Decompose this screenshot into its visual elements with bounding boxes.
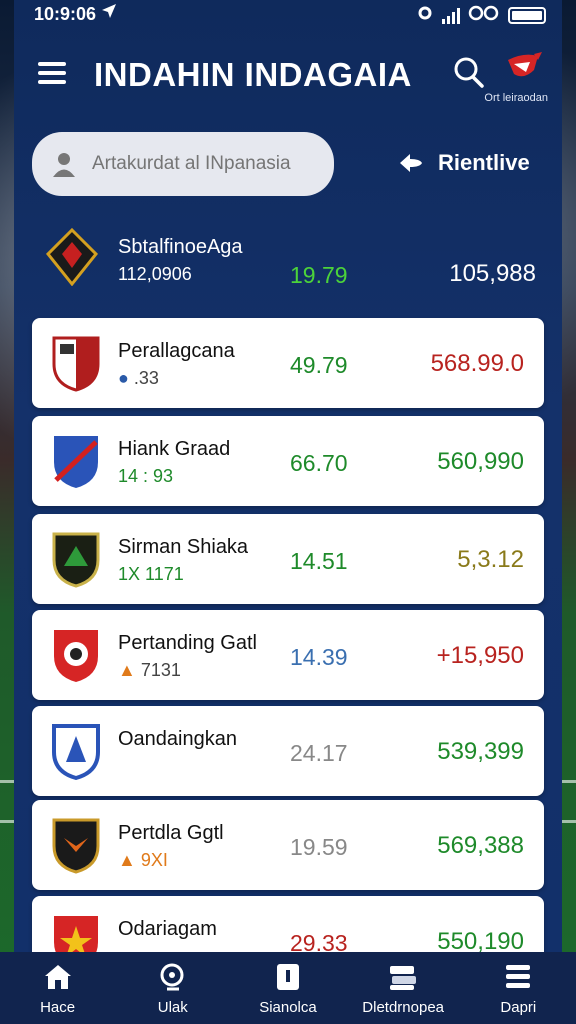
nav-info[interactable]: Sianolca [233, 961, 343, 1016]
value-2: 568.99.0 [430, 350, 524, 377]
value-1: 24.17 [290, 740, 348, 766]
list-item[interactable]: Perallagcana ● .33 49.79 568.99.0 [32, 318, 544, 408]
value-2: 560,990 [437, 448, 524, 475]
refresh-button[interactable]: Rientlive [396, 148, 530, 178]
menu-icon [506, 964, 531, 988]
value-1: 14.51 [290, 548, 348, 574]
status-bar: 10:9:06 [0, 0, 576, 30]
status-time: 10:9:06 [34, 4, 97, 24]
team-name: Sirman Shiaka [118, 536, 249, 558]
featured-sub: 112,0906 [118, 264, 192, 284]
team-sub: ▲ 7131 [118, 660, 181, 680]
value-2: 569,388 [437, 832, 524, 859]
list-item[interactable]: Hiank Graad 14 : 93 66.70 560,990 [32, 416, 544, 506]
signal-icon [442, 7, 460, 24]
brand-logo-icon[interactable] [504, 50, 544, 86]
nav-home[interactable]: Hace [3, 961, 113, 1016]
refresh-label: Rientlive [438, 150, 530, 175]
search-icon[interactable] [452, 56, 486, 90]
club-crest-icon [50, 816, 102, 874]
team-sub: 1X 1171 [118, 564, 184, 584]
club-crest-icon [50, 432, 102, 490]
app-title: INDAHIN INDAGAIA [94, 56, 412, 93]
nav-label: Ulak [157, 998, 188, 1016]
value-1: 66.70 [290, 450, 348, 476]
hamburger-menu-icon[interactable] [38, 62, 68, 86]
club-crest-icon [50, 334, 102, 392]
team-sub: ● .33 [118, 368, 159, 388]
settings-status-icon [416, 4, 434, 27]
featured-name: SbtalfinoeAga [118, 236, 243, 258]
team-sub: ▲ 9XI [118, 850, 168, 870]
nav-label: Hace [40, 998, 76, 1016]
team-name: Pertdla Ggtl [118, 822, 224, 844]
location-arrow-icon [100, 2, 118, 25]
team-name: Hiank Graad [118, 438, 231, 460]
team-name: Perallagcana [118, 340, 235, 362]
network-icon [468, 5, 500, 26]
list-item[interactable]: Pertanding Gatl ▲ 7131 14.39 +15,950 [32, 610, 544, 700]
team-name: Oandaingkan [118, 728, 237, 750]
list-item[interactable]: Oandaingkan 24.17 539,399 [32, 706, 544, 796]
team-sub: 14 : 93 [118, 466, 174, 486]
value-2: 539,399 [437, 738, 524, 765]
nav-stack[interactable]: Dletdrnopea [348, 961, 458, 1016]
search-field[interactable] [32, 132, 334, 196]
bottom-navigation: Hace Ulak Sianolca Dletdrnopea Dapri [0, 952, 576, 1024]
nav-menu[interactable]: Dapri [463, 961, 573, 1016]
list-item[interactable]: Sirman Shiaka 1X 1171 14.51 5,3.12 [32, 514, 544, 604]
battery-icon [508, 7, 546, 24]
stack-icon [390, 965, 417, 990]
value-1: 19.59 [290, 834, 348, 860]
logo-caption: Ort leiraodan [484, 92, 548, 104]
nav-search[interactable]: Ulak [118, 961, 228, 1016]
nav-label: Dletdrnopea [362, 998, 445, 1016]
nav-label: Sianolca [259, 998, 317, 1016]
club-crest-icon [50, 530, 102, 588]
nav-label: Dapri [500, 998, 537, 1016]
team-name: Odariagam [118, 918, 217, 940]
search-input[interactable] [92, 153, 317, 175]
list-item[interactable]: Pertdla Ggtl ▲ 9XI 19.59 569,388 [32, 800, 544, 890]
home-icon [44, 964, 71, 989]
value-1: 49.79 [290, 352, 348, 378]
app-header: INDAHIN INDAGAIA Ort leiraodan [14, 40, 562, 110]
user-icon [50, 150, 78, 178]
value-1: 14.39 [290, 644, 348, 670]
info-icon [276, 963, 299, 990]
refresh-icon [396, 148, 426, 178]
search-icon [160, 963, 184, 990]
featured-row[interactable]: SbtalfinoeAga 112,0906 19.79 105,988 [14, 222, 562, 302]
club-crest-icon [50, 722, 102, 781]
value-2: +15,950 [436, 642, 524, 669]
club-crest-icon [45, 227, 99, 287]
club-crest-icon [50, 626, 102, 684]
team-name: Pertanding Gatl [118, 632, 257, 654]
featured-value-2: 105,988 [449, 260, 536, 287]
featured-value-1: 19.79 [290, 262, 348, 288]
value-2: 5,3.12 [457, 546, 524, 573]
